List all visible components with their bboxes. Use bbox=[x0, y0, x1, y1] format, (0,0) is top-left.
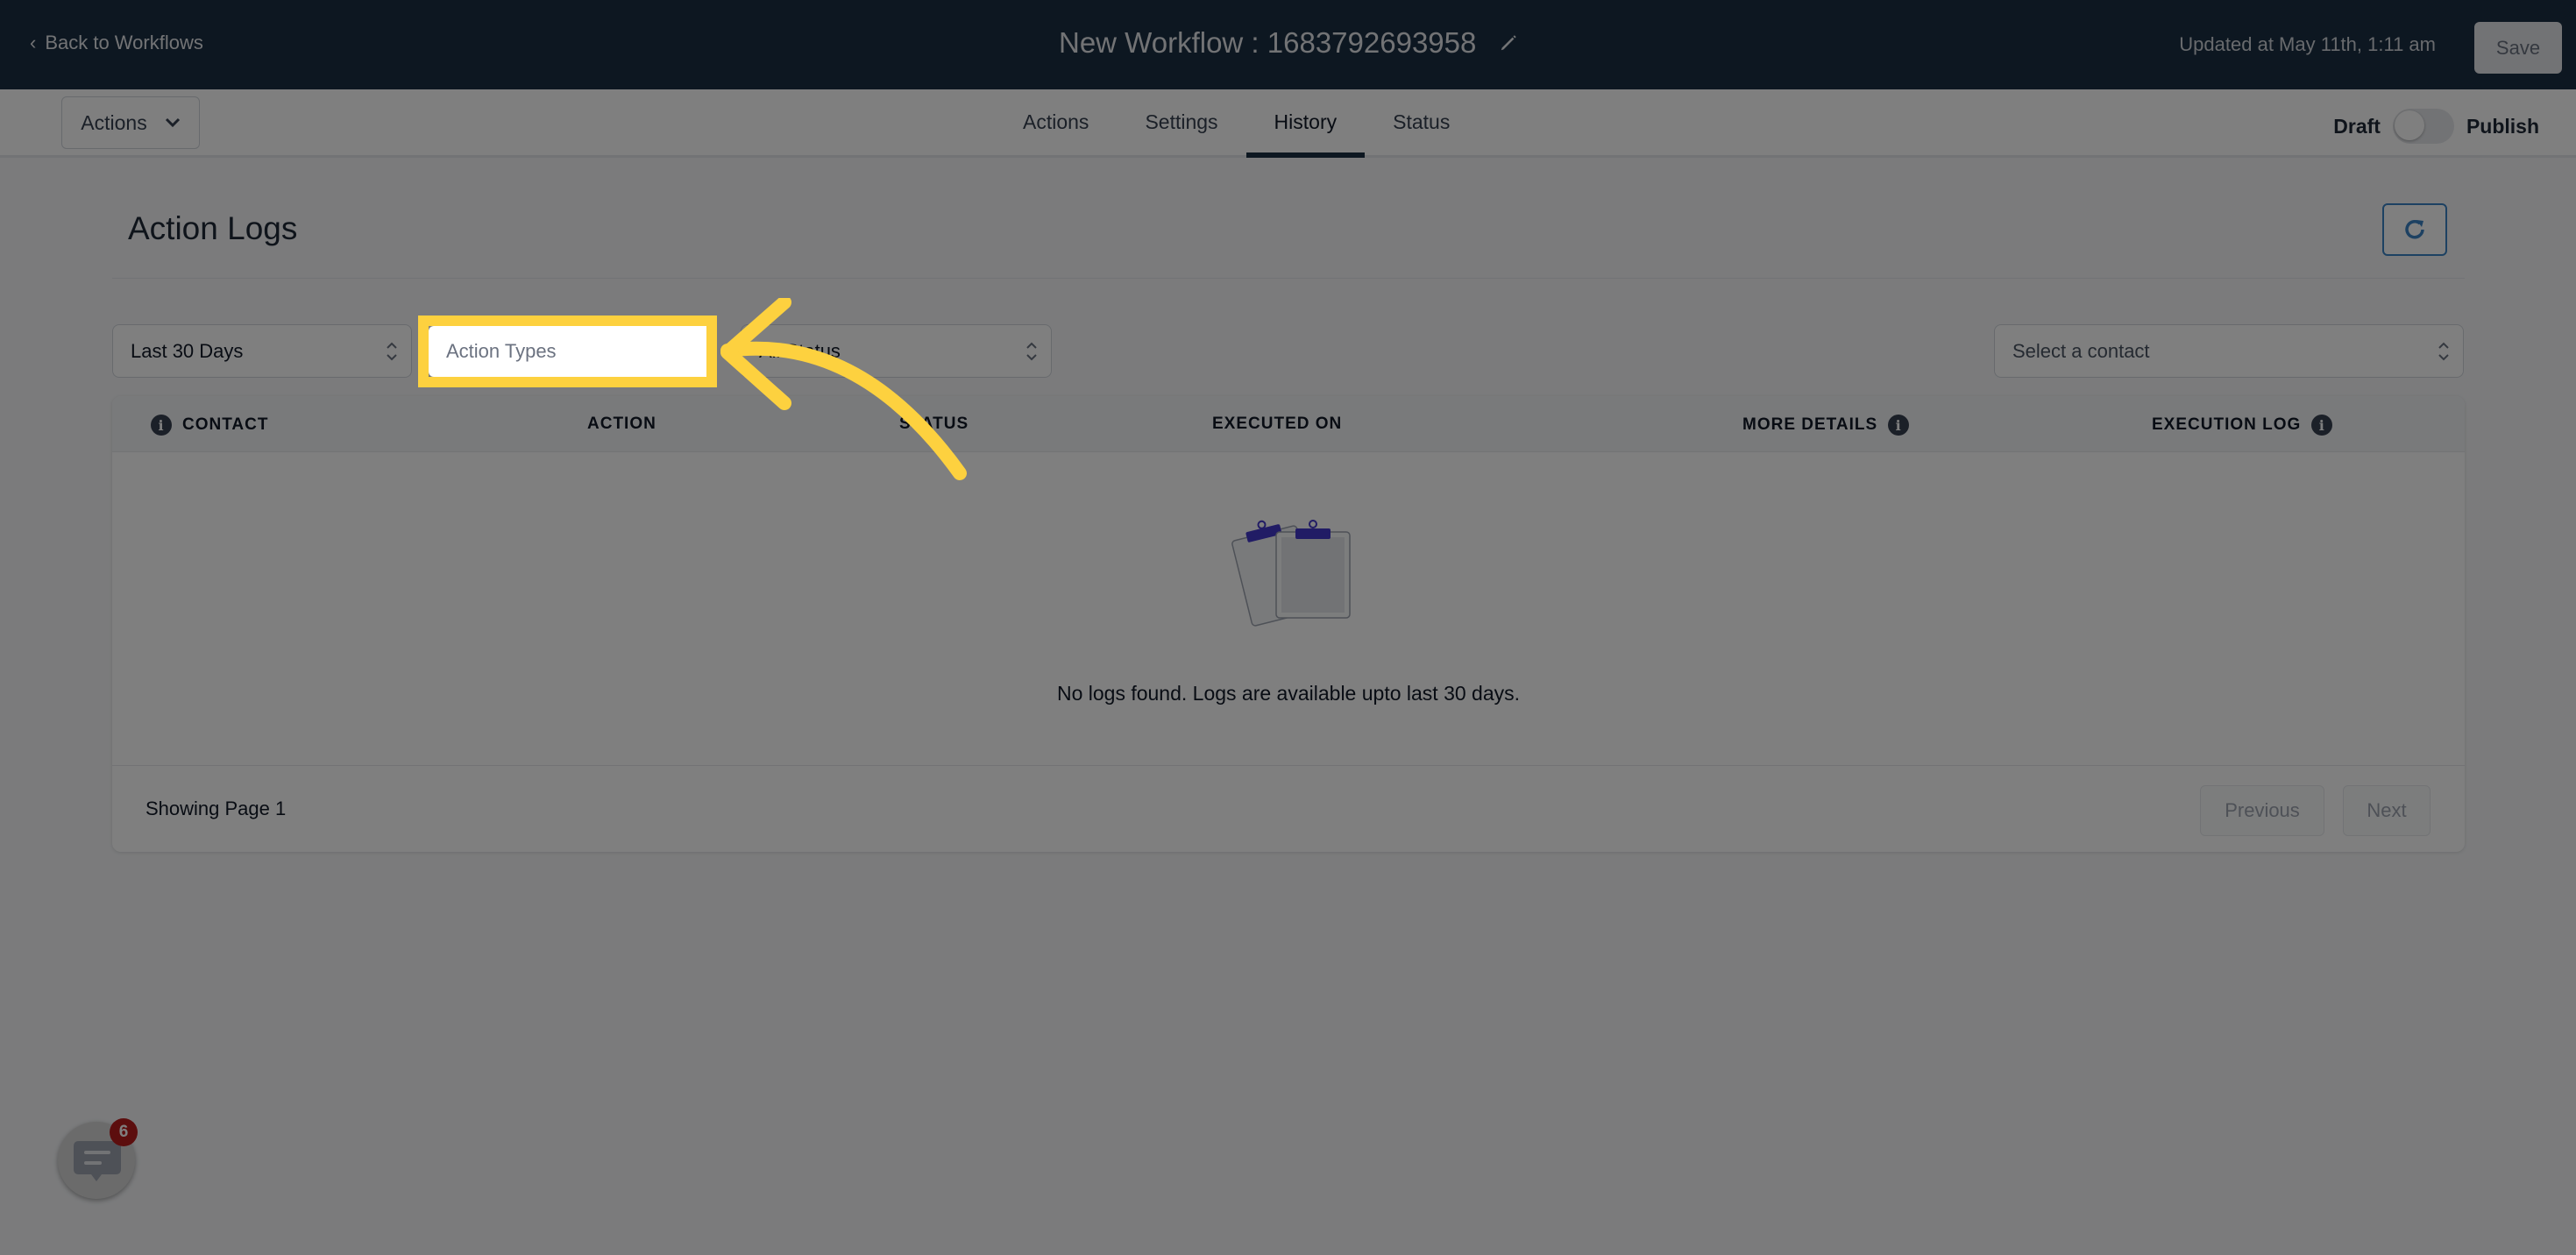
tab-actions[interactable]: Actions bbox=[995, 89, 1117, 155]
column-label: MORE DETAILS bbox=[1742, 415, 1878, 434]
column-label: ACTION bbox=[587, 415, 656, 433]
back-label: Back to Workflows bbox=[45, 32, 203, 53]
select-arrows-icon bbox=[387, 342, 397, 361]
actions-dropdown-label: Actions bbox=[81, 110, 147, 134]
publish-label: Publish bbox=[2466, 114, 2539, 138]
pointer-arrow-icon bbox=[720, 298, 967, 480]
chevron-left-icon: ‹ bbox=[30, 32, 37, 53]
select-arrows-icon bbox=[1026, 342, 1037, 361]
tab-history[interactable]: History bbox=[1245, 89, 1366, 158]
contact-select[interactable]: Select a contact bbox=[1994, 324, 2464, 378]
chat-notification-badge: 6 bbox=[110, 1118, 138, 1146]
column-contact: i CONTACT bbox=[151, 415, 268, 436]
page-title: Action Logs bbox=[128, 210, 298, 246]
publish-toggle[interactable] bbox=[2392, 109, 2454, 144]
section-divider bbox=[112, 278, 2465, 279]
info-icon[interactable]: i bbox=[151, 415, 172, 436]
column-executed-on: EXECUTED ON bbox=[1212, 415, 1342, 434]
actions-dropdown[interactable]: Actions bbox=[61, 96, 200, 149]
column-execution-log: EXECUTION LOG i bbox=[2152, 415, 2333, 436]
info-icon[interactable]: i bbox=[2311, 415, 2333, 436]
pencil-icon[interactable] bbox=[1499, 33, 1518, 53]
column-label: EXECUTION LOG bbox=[2152, 415, 2302, 434]
publish-toggle-group: Draft Publish bbox=[2333, 109, 2539, 144]
chevron-down-icon bbox=[165, 117, 180, 128]
refresh-button[interactable] bbox=[2382, 203, 2447, 256]
clipboard-icon bbox=[1231, 520, 1351, 627]
refresh-icon bbox=[2405, 219, 2424, 239]
column-label: EXECUTED ON bbox=[1212, 415, 1343, 433]
draft-label: Draft bbox=[2333, 114, 2381, 138]
tabs: Actions Settings History Status bbox=[995, 89, 1478, 158]
select-arrows-icon bbox=[2438, 342, 2449, 361]
date-range-select[interactable]: Last 30 Days bbox=[112, 324, 412, 378]
highlight-box bbox=[418, 316, 717, 387]
info-icon[interactable]: i bbox=[1888, 415, 1910, 436]
workflow-title: New Workflow : 1683792693958 bbox=[1059, 26, 1518, 60]
next-button[interactable]: Next bbox=[2343, 785, 2431, 836]
tab-settings[interactable]: Settings bbox=[1117, 89, 1245, 155]
updated-timestamp: Updated at May 11th, 1:11 am bbox=[2179, 33, 2436, 55]
table-footer: Showing Page 1 Previous Next bbox=[112, 765, 2465, 852]
action-logs-table: i CONTACT ACTION STATUS EXECUTED ON MORE… bbox=[112, 396, 2465, 852]
toggle-knob bbox=[2394, 110, 2424, 140]
back-to-workflows-link[interactable]: ‹ Back to Workflows bbox=[30, 32, 203, 54]
workflow-title-text: New Workflow : 1683792693958 bbox=[1059, 26, 1477, 59]
column-action: ACTION bbox=[587, 415, 656, 434]
column-more-details: MORE DETAILS i bbox=[1742, 415, 1910, 436]
contact-placeholder: Select a contact bbox=[2012, 339, 2150, 362]
empty-state-message: No logs found. Logs are available upto l… bbox=[1056, 682, 1521, 705]
date-range-value: Last 30 Days bbox=[131, 339, 244, 362]
tab-status[interactable]: Status bbox=[1365, 89, 1478, 155]
top-header: ‹ Back to Workflows New Workflow : 16837… bbox=[0, 0, 2576, 89]
previous-button[interactable]: Previous bbox=[2200, 785, 2324, 836]
save-button[interactable]: Save bbox=[2474, 22, 2562, 74]
tab-bar: Actions Actions Settings History Status … bbox=[0, 89, 2576, 158]
table-header: i CONTACT ACTION STATUS EXECUTED ON MORE… bbox=[112, 396, 2465, 452]
column-label: CONTACT bbox=[182, 415, 269, 434]
page-info: Showing Page 1 bbox=[145, 798, 287, 819]
